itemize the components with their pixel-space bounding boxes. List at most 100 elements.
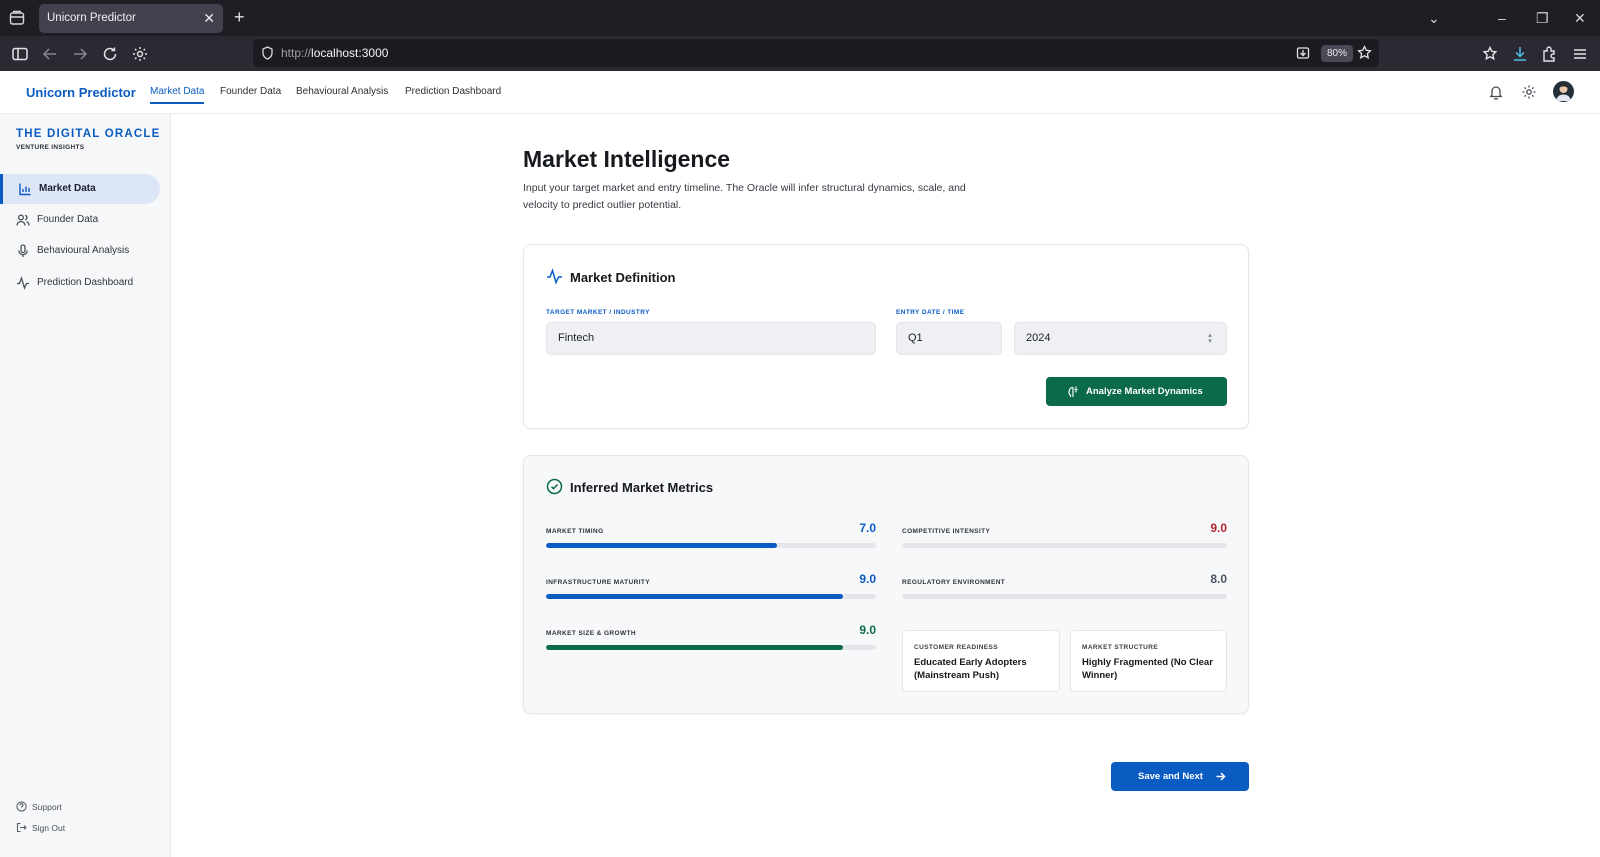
tab-title: Unicorn Predictor — [47, 12, 136, 24]
tab-list-icon[interactable] — [9, 10, 25, 26]
topnav-founder-data[interactable]: Founder Data — [220, 86, 281, 97]
help-circle-icon — [16, 801, 27, 812]
sign-out-label: Sign Out — [32, 823, 66, 833]
check-circle-icon — [546, 478, 563, 495]
market-structure-box: MARKET STRUCTURE Highly Fragmented (No C… — [1070, 630, 1227, 692]
market-size-growth-bar-fill — [546, 645, 843, 650]
analyze-market-button[interactable]: Analyze Market Dynamics — [1046, 377, 1227, 406]
market-size-growth-label: MARKET SIZE & GROWTH — [546, 630, 636, 637]
analyze-button-label: Analyze Market Dynamics — [1086, 386, 1203, 397]
new-tab-icon[interactable]: + — [234, 8, 245, 26]
regulatory-environment-label: REGULATORY ENVIRONMENT — [902, 579, 1006, 586]
shield-icon[interactable] — [261, 46, 274, 60]
infrastructure-maturity-label: INFRASTRUCTURE MATURITY — [546, 579, 651, 586]
activity-icon — [17, 276, 29, 290]
market-definition-card: Market Definition TARGET MARKET / INDUST… — [523, 244, 1249, 429]
number-spinner-icon[interactable]: ▴ ▾ — [1206, 332, 1214, 345]
sidebar-item-label: Founder Data — [37, 214, 99, 225]
pocket-icon[interactable] — [1481, 45, 1499, 63]
tab-overflow-icon[interactable]: ⌄ — [1428, 10, 1440, 26]
sidebar-item-label: Prediction Dashboard — [37, 277, 134, 288]
bookmark-star-icon[interactable] — [1357, 45, 1372, 60]
customer-readiness-label: CUSTOMER READINESS — [914, 644, 999, 651]
support-label: Support — [32, 802, 62, 812]
zoom-level[interactable]: 80% — [1321, 45, 1354, 62]
activity-icon — [547, 268, 562, 285]
gear-icon[interactable] — [1521, 84, 1537, 100]
microphone-icon — [18, 244, 28, 257]
arrow-right-icon — [1216, 772, 1226, 781]
topnav-behavioural-analysis[interactable]: Behavioural Analysis — [296, 86, 388, 97]
page-title: Market Intelligence — [523, 146, 731, 172]
address-bar[interactable]: http://localhost:3000 80% — [253, 39, 1379, 67]
topnav-market-data[interactable]: Market Data — [150, 86, 205, 104]
card-title: Inferred Market Metrics — [570, 480, 714, 495]
reload-icon[interactable] — [101, 45, 119, 63]
back-icon[interactable] — [41, 45, 59, 63]
extensions-icon[interactable] — [1541, 45, 1559, 63]
save-button-label: Save and Next — [1138, 771, 1203, 782]
support-link[interactable]: Support — [16, 801, 62, 812]
sidebar-item-behavioural-analysis[interactable]: Behavioural Analysis — [0, 236, 160, 266]
sidebar-item-prediction-dashboard[interactable]: Prediction Dashboard — [0, 268, 160, 298]
sign-out-link[interactable]: Sign Out — [16, 822, 65, 833]
minimize-icon[interactable]: – — [1498, 10, 1506, 26]
year-input[interactable]: 2024 ▴ ▾ — [1014, 322, 1227, 355]
sidebar-item-label: Behavioural Analysis — [37, 245, 130, 256]
bar-chart-icon — [19, 183, 31, 196]
save-and-next-button[interactable]: Save and Next — [1111, 762, 1249, 791]
customer-readiness-value: Educated Early Adopters (Mainstream Push… — [914, 657, 1027, 681]
downloads-icon[interactable] — [1511, 45, 1529, 63]
window-close-icon[interactable]: ✕ — [1574, 10, 1586, 26]
regulatory-environment-bar — [902, 594, 1227, 599]
user-avatar-icon — [1556, 83, 1571, 101]
browser-nav-bar: http://localhost:3000 80% — [0, 36, 1600, 71]
date-field-label: ENTRY DATE / TIME — [896, 309, 965, 316]
customer-readiness-box: CUSTOMER READINESS Educated Early Adopte… — [902, 630, 1060, 692]
browser-tab-bar: Unicorn Predictor ✕ + ⌄ – ❐ ✕ — [0, 0, 1600, 36]
page-description: Input your target market and entry timel… — [523, 182, 966, 211]
infrastructure-maturity-value: 9.0 — [859, 572, 876, 586]
sparkle-brain-icon — [1068, 386, 1078, 397]
market-timing-label: MARKET TIMING — [546, 528, 604, 535]
market-size-growth-bar — [546, 645, 876, 650]
sidebar-item-founder-data[interactable]: Founder Data — [0, 205, 160, 235]
browser-tab[interactable]: Unicorn Predictor ✕ — [39, 4, 223, 33]
settings-gear-icon[interactable] — [131, 45, 149, 63]
market-timing-bar-fill — [546, 543, 777, 548]
logout-icon — [16, 822, 27, 833]
brand-logo[interactable]: Unicorn Predictor — [26, 85, 136, 100]
market-metrics-card: Inferred Market Metrics MARKET TIMING 7.… — [523, 455, 1249, 714]
topnav-prediction-dashboard[interactable]: Prediction Dashboard — [405, 86, 501, 97]
competitive-intensity-value: 9.0 — [1210, 521, 1227, 535]
quarter-select[interactable]: Q1 — [896, 322, 1002, 355]
url-text: http://localhost:3000 — [281, 46, 389, 60]
market-timing-value: 7.0 — [859, 521, 876, 535]
target-market-input[interactable]: Fintech — [546, 322, 876, 355]
avatar[interactable] — [1553, 81, 1574, 102]
regulatory-environment-value: 8.0 — [1210, 572, 1227, 586]
market-structure-value: Highly Fragmented (No Clear Winner) — [1082, 657, 1213, 681]
sidebar-toggle-icon[interactable] — [11, 45, 29, 63]
close-tab-icon[interactable]: ✕ — [203, 10, 215, 26]
year-value: 2024 — [1026, 332, 1051, 344]
menu-icon[interactable] — [1571, 45, 1589, 63]
app-header: Unicorn Predictor Market Data Founder Da… — [0, 71, 1600, 114]
competitive-intensity-label: COMPETITIVE INTENSITY — [902, 528, 991, 535]
competitive-intensity-bar — [902, 543, 1227, 548]
restore-icon[interactable]: ❐ — [1536, 10, 1549, 26]
install-app-icon[interactable] — [1296, 46, 1310, 60]
sidebar-subtitle: VENTURE INSIGHTS — [16, 144, 85, 151]
sidebar-item-market-data[interactable]: Market Data — [0, 174, 160, 204]
card-title: Market Definition — [570, 270, 676, 285]
sidebar-title: THE DIGITAL ORACLE — [16, 128, 161, 140]
users-icon — [16, 214, 30, 226]
forward-icon[interactable] — [71, 45, 89, 63]
market-field-label: TARGET MARKET / INDUSTRY — [546, 309, 650, 316]
market-timing-bar — [546, 543, 876, 548]
infrastructure-maturity-bar — [546, 594, 876, 599]
infrastructure-maturity-bar-fill — [546, 594, 843, 599]
bell-icon[interactable] — [1488, 84, 1504, 100]
market-structure-label: MARKET STRUCTURE — [1082, 644, 1159, 651]
market-size-growth-value: 9.0 — [859, 623, 876, 637]
